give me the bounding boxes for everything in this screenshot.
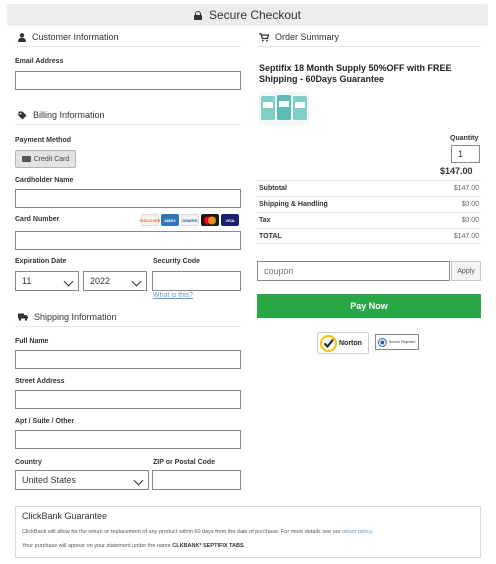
country-label: Country [15, 459, 42, 466]
quantity-input[interactable] [451, 145, 480, 163]
cardholder-input[interactable] [15, 189, 241, 208]
expiration-month-select[interactable]: 11 [15, 271, 79, 291]
truck-icon [18, 313, 28, 321]
secure-payment-badge: Secure Payment [375, 334, 419, 350]
lock-icon [193, 10, 202, 20]
full-name-label: Full Name [15, 338, 49, 345]
diners-logo: DINERS [181, 214, 199, 226]
zip-input[interactable] [152, 470, 241, 490]
summary-row-shipping: Shipping & Handling $0.00 [257, 196, 481, 212]
section-divider [257, 46, 481, 47]
order-summary-heading: Order Summary [259, 32, 339, 42]
chevron-down-icon [133, 475, 144, 486]
street-input[interactable] [15, 390, 241, 409]
guarantee-statement-text: Your purchase will appear on your statem… [22, 543, 246, 549]
expiration-label: Expiration Date [15, 258, 67, 265]
norton-badge: Norton [317, 332, 369, 354]
shipping-info-heading: Shipping Information [18, 312, 117, 322]
norton-check-icon [320, 334, 337, 352]
guarantee-title: ClickBank Guarantee [22, 511, 108, 521]
country-select[interactable]: United States [15, 470, 149, 490]
credit-card-button[interactable]: Credit Card [15, 150, 76, 168]
cardholder-label: Cardholder Name [15, 177, 74, 184]
email-input[interactable] [15, 71, 241, 90]
card-number-input[interactable] [15, 231, 241, 250]
quantity-label: Quantity [450, 135, 479, 142]
line-price: $147.00 [440, 166, 473, 176]
apt-input[interactable] [15, 430, 241, 449]
return-policy-link[interactable]: return policy [342, 529, 372, 535]
section-divider [15, 46, 241, 47]
full-name-input[interactable] [15, 350, 241, 369]
clickbank-guarantee-box: ClickBank Guarantee ClickBank will allow… [15, 506, 481, 558]
what-is-this-link[interactable]: What is this? [153, 292, 193, 299]
tag-icon [18, 111, 27, 119]
mastercard-circles-icon [204, 216, 216, 224]
page-title: Secure Checkout [208, 8, 302, 22]
summary-row-subtotal: Subtotal $147.00 [257, 180, 481, 196]
secure-seal-icon [378, 337, 387, 347]
street-label: Street Address [15, 378, 65, 385]
card-brand-logos: DISCOVER AMEX DINERS VISA [140, 214, 239, 226]
summary-row-total: TOTAL $147.00 [257, 228, 481, 244]
billing-info-heading: Billing Information [18, 110, 105, 120]
security-code-input[interactable] [152, 271, 241, 291]
section-divider [15, 326, 241, 327]
apply-coupon-button[interactable]: Apply [451, 261, 481, 281]
coupon-input[interactable] [257, 261, 450, 281]
secure-checkout-header: Secure Checkout [7, 4, 488, 26]
section-divider [15, 124, 241, 125]
credit-card-icon [21, 156, 31, 162]
visa-logo: VISA [221, 214, 239, 226]
user-icon [18, 32, 26, 42]
summary-row-tax: Tax $0.00 [257, 212, 481, 228]
product-image [259, 92, 309, 125]
email-label: Email Address [15, 58, 64, 65]
card-number-label: Card Number [15, 216, 60, 223]
zip-label: ZIP or Postal Code [153, 459, 216, 466]
cart-icon [259, 32, 269, 41]
chevron-down-icon [63, 276, 74, 287]
chevron-down-icon [131, 276, 142, 287]
security-code-label: Security Code [153, 258, 201, 265]
amex-logo: AMEX [161, 214, 179, 226]
apt-label: Apt / Suite / Other [15, 418, 75, 425]
product-title: Septifix 18 Month Supply 50%OFF with FRE… [259, 63, 452, 84]
payment-method-label: Payment Method [15, 137, 72, 144]
discover-logo: DISCOVER [140, 214, 160, 226]
pay-now-button[interactable]: Pay Now [257, 294, 481, 318]
customer-info-heading: Customer Information [18, 32, 119, 42]
guarantee-return-text: ClickBank will allow for the return or r… [22, 529, 374, 535]
expiration-year-select[interactable]: 2022 [83, 271, 147, 291]
mastercard-logo [201, 214, 219, 226]
